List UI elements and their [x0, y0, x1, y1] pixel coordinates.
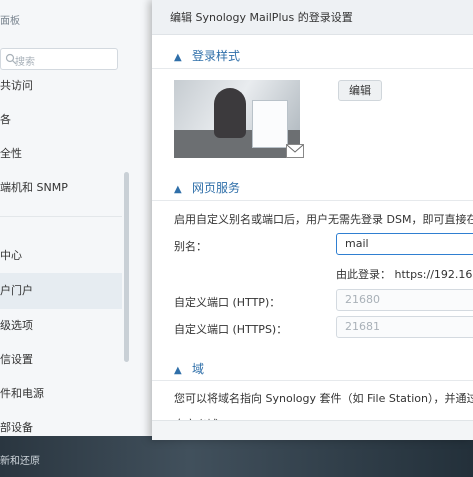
mailplus-login-settings-dialog: 编辑 Synology MailPlus 的登录设置 ▲ 登录样式 编辑 ▲ 网页服…: [152, 0, 473, 440]
domain-description: 您可以将域名指向 Synology 套件（如 File Station），并通过: [174, 392, 473, 405]
chevron-up-icon: ▲: [174, 184, 182, 195]
search-placeholder: 搜索: [15, 57, 35, 68]
person-shape: [214, 88, 246, 138]
section-heading: 登录样式: [192, 49, 241, 63]
https-port-input[interactable]: 21681: [336, 316, 473, 338]
dialog-footer: [152, 420, 473, 440]
alias-label: 别名：: [174, 240, 207, 253]
section-divider: [152, 380, 473, 381]
sidebar-item-shared-access[interactable]: 共访问: [0, 77, 33, 93]
sidebar-item-notification-settings[interactable]: 信设置: [0, 351, 33, 367]
section-login-style[interactable]: ▲ 登录样式: [174, 47, 240, 64]
sidebar-item-2[interactable]: 各: [0, 111, 11, 127]
sidebar-item-terminal-snmp[interactable]: 端机和 SNMP: [0, 179, 68, 195]
control-panel-sidebar: 面板 搜索 共访问 各 全性 端机和 SNMP 中心 户门户 级选项 信设置 件…: [0, 0, 161, 436]
login-style-preview-image: [174, 80, 300, 158]
mail-icon: [286, 144, 304, 158]
login-window-shape: [252, 100, 288, 148]
dialog-title: 编辑 Synology MailPlus 的登录设置: [170, 11, 353, 24]
search-input[interactable]: 搜索: [0, 48, 118, 70]
dialog-header: 编辑 Synology MailPlus 的登录设置: [152, 0, 473, 35]
section-heading: 网页服务: [192, 181, 241, 195]
sidebar-divider: [0, 216, 122, 217]
section-web-services[interactable]: ▲ 网页服务: [174, 179, 240, 196]
section-divider: [152, 200, 473, 201]
chevron-up-icon: ▲: [174, 52, 182, 63]
section-domain[interactable]: ▲ 域: [174, 360, 204, 377]
sidebar-scrollbar[interactable]: [124, 172, 129, 362]
sidebar-item-security[interactable]: 全性: [0, 145, 22, 161]
section-divider: [152, 68, 473, 69]
desktop-background: [0, 436, 473, 477]
edit-login-style-button[interactable]: 编辑: [338, 80, 382, 101]
https-port-label: 自定义端口 (HTTPS)：: [174, 323, 288, 336]
sidebar-item-update-restore[interactable]: 新和还原: [0, 452, 40, 467]
chevron-up-icon: ▲: [174, 365, 182, 376]
sidebar-item-login-portal[interactable]: 户门户: [0, 273, 122, 309]
login-url-text: 由此登录： https://192.16: [336, 268, 473, 281]
sidebar-item-advanced-options[interactable]: 级选项: [0, 317, 33, 333]
sidebar-item-center[interactable]: 中心: [0, 247, 22, 263]
sidebar-item-hardware-power[interactable]: 件和电源: [0, 385, 44, 401]
web-services-description: 启用自定义别名或端口后，用户无需先登录 DSM，即可直接在新: [174, 213, 473, 226]
http-port-input[interactable]: 21680: [336, 289, 473, 311]
section-heading: 域: [192, 362, 205, 376]
control-panel-title: 面板: [0, 16, 20, 27]
http-port-label: 自定义端口 (HTTP)：: [174, 296, 281, 309]
alias-input[interactable]: mail: [336, 233, 473, 255]
sidebar-item-external-devices[interactable]: 部设备: [0, 419, 33, 435]
